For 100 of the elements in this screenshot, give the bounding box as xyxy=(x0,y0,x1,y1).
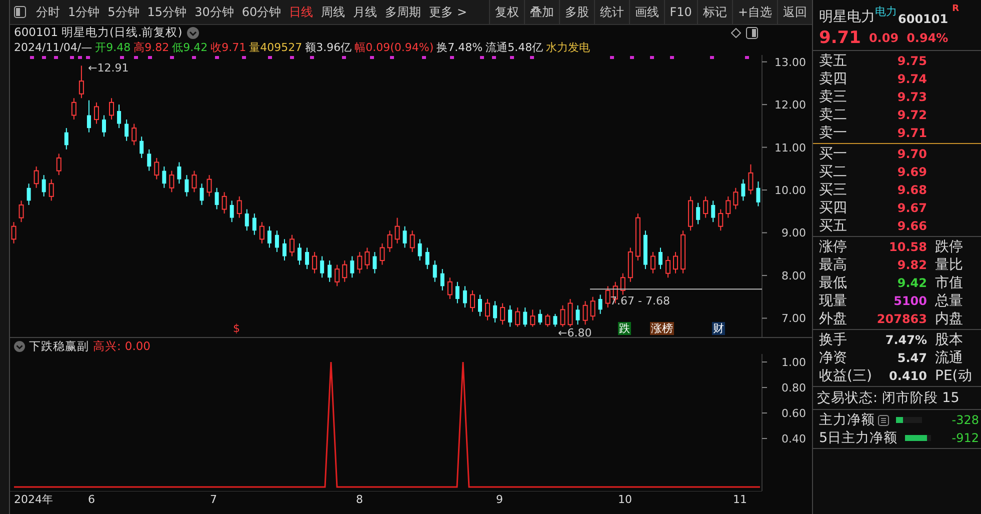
stat-value: 0.410 xyxy=(888,369,927,383)
stat-label: 外盘 xyxy=(819,310,848,328)
candlestick xyxy=(470,290,475,312)
candlestick xyxy=(282,238,286,262)
candlestick xyxy=(598,294,602,314)
candlestick xyxy=(56,153,62,176)
panel-toggle-icon[interactable] xyxy=(14,6,26,18)
candlestick xyxy=(711,200,716,223)
list-icon[interactable] xyxy=(878,414,889,426)
stat-label: 最低 xyxy=(819,274,848,292)
percent-change: 0.94% xyxy=(906,31,948,45)
period-tab[interactable]: 多周期 xyxy=(381,0,426,24)
candlestick xyxy=(440,268,444,291)
candlestick xyxy=(733,187,738,210)
stat-label: 股本 xyxy=(935,331,963,349)
candlestick xyxy=(71,98,76,120)
stat-label: 最高 xyxy=(819,256,848,274)
bid-price: 9.68 xyxy=(896,183,927,197)
candlestick xyxy=(184,174,189,197)
toolbar-button[interactable]: F10 xyxy=(664,0,697,24)
flow-label: 主力净额 xyxy=(819,411,875,429)
period-tab[interactable]: 更多 > xyxy=(425,0,471,24)
event-marker[interactable]: 财 xyxy=(712,322,725,335)
period-tab[interactable]: 5分钟 xyxy=(104,0,144,24)
ask-label: 卖二 xyxy=(819,106,848,124)
period-tab[interactable]: 周线 xyxy=(317,0,350,24)
candlestick xyxy=(703,196,708,218)
candlestick xyxy=(230,200,234,223)
period-tab[interactable]: 月线 xyxy=(349,0,382,24)
candlestick xyxy=(312,251,318,274)
stock-name: 明星电力 xyxy=(819,8,875,26)
price-axis-label: 7.00 xyxy=(782,312,806,326)
quote-field: 收9.71 xyxy=(210,40,246,55)
stat-value: 5100 xyxy=(892,294,927,308)
candlestick xyxy=(320,256,324,278)
toolbar-button[interactable]: 画线 xyxy=(628,0,664,24)
trade-status: 交易状态: 闭市阶段 15 xyxy=(817,389,960,407)
quote-field: 量409527 xyxy=(249,40,302,55)
candlestick xyxy=(394,217,400,244)
candlestick xyxy=(206,174,212,197)
candlestick xyxy=(169,170,174,193)
candlestick xyxy=(200,183,204,206)
diamond-icon[interactable] xyxy=(731,28,741,38)
candlestick xyxy=(236,196,242,218)
stat-value: 9.82 xyxy=(896,258,927,272)
quote-field: 开9.48 xyxy=(95,40,131,55)
period-tab[interactable]: 60分钟 xyxy=(238,0,286,24)
toolbar-button[interactable]: 叠加 xyxy=(524,0,559,24)
sector-label: 电力 xyxy=(875,4,897,19)
price-axis-label: 8.00 xyxy=(782,269,806,282)
candlestick xyxy=(410,230,415,252)
ask-price: 9.72 xyxy=(896,108,927,122)
event-marker[interactable]: 跌 xyxy=(618,322,631,335)
period-tab[interactable]: 日线 xyxy=(285,0,318,24)
toolbar-button[interactable]: 统计 xyxy=(594,0,629,24)
candlestick xyxy=(582,300,588,326)
chart-title: 600101 明星电力(日线.前复权) xyxy=(14,25,182,40)
stat-label: 流通 xyxy=(935,349,963,367)
stat-label: 总量 xyxy=(935,292,963,310)
high-price-label: ←12.91 xyxy=(88,62,129,75)
date-axis-label: 6 xyxy=(88,493,95,506)
candlestick xyxy=(500,302,506,326)
candlestick xyxy=(132,123,137,146)
period-tab[interactable]: 15分钟 xyxy=(143,0,191,24)
stat-label: PE(动 xyxy=(935,367,972,385)
candlestick xyxy=(214,187,219,210)
stat-label: 现量 xyxy=(819,292,848,310)
candlestick xyxy=(222,192,227,214)
stat-label: 市值 xyxy=(935,274,963,292)
toolbar-button[interactable]: 复权 xyxy=(488,0,524,24)
candlestick xyxy=(523,307,528,328)
indicator-axis-label: 0.40 xyxy=(782,432,806,446)
last-price: 9.71 xyxy=(819,28,861,48)
bid-price: 9.69 xyxy=(896,165,927,179)
candlestick xyxy=(274,230,279,252)
indicator-axis-label: 0.60 xyxy=(782,407,806,420)
candlestick xyxy=(259,222,264,244)
candlestick xyxy=(380,242,385,266)
date-axis-label: 7 xyxy=(210,493,217,506)
candlestick xyxy=(718,208,724,232)
ask-label: 卖四 xyxy=(819,70,848,88)
quote-field: 额3.96亿 xyxy=(305,40,352,55)
toolbar-button[interactable]: +自选 xyxy=(732,0,777,24)
dropdown-icon[interactable] xyxy=(187,26,200,38)
candlestick xyxy=(364,247,370,270)
dropdown-icon[interactable] xyxy=(14,340,25,352)
event-marker[interactable]: 涨榜 xyxy=(650,322,674,335)
toolbar-button[interactable]: 标记 xyxy=(696,0,732,24)
period-tab[interactable]: 1分钟 xyxy=(64,0,104,24)
ask-label: 卖三 xyxy=(819,88,848,106)
toolbar-button[interactable]: 返回 xyxy=(777,0,812,24)
stat-label: 内盘 xyxy=(935,310,963,328)
period-tab[interactable]: 分时 xyxy=(32,0,64,24)
candlestick xyxy=(620,272,626,296)
panel-toggle-icon[interactable] xyxy=(746,26,758,38)
stat-value: 9.42 xyxy=(896,276,927,290)
event-marker[interactable]: $ xyxy=(232,322,241,335)
toolbar-button[interactable]: 多股 xyxy=(558,0,594,24)
candlestick xyxy=(418,238,422,262)
period-tab[interactable]: 30分钟 xyxy=(190,0,238,24)
